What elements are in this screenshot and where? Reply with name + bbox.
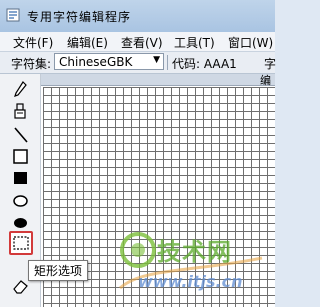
menu-window[interactable]: 窗口(W) [228, 34, 273, 51]
toolbar-separator [167, 55, 168, 70]
title-bar: 专用字符编辑程序 [0, 0, 275, 32]
watermark-brand: 技术网 [157, 238, 232, 266]
trailing-label: 字 [264, 57, 277, 71]
fill-tool[interactable] [10, 101, 32, 123]
bucket-icon [14, 103, 26, 119]
menu-tools[interactable]: 工具(T) [174, 34, 215, 51]
watermark: 技术网 www.itjs.cn [112, 228, 272, 306]
menu-file[interactable]: 文件(F) [13, 34, 53, 51]
pencil-icon [14, 81, 27, 97]
charset-value: ChineseGBK [59, 55, 133, 69]
code-label: 代码: AAA1 [172, 57, 237, 71]
rect-select-tool[interactable] [9, 231, 33, 255]
tooltip: 矩形选项 [28, 260, 89, 281]
window-title: 专用字符编辑程序 [27, 10, 132, 24]
charset-select[interactable]: ChineseGBK ▼ [54, 53, 164, 70]
menu-edit[interactable]: 编辑(E) [67, 34, 108, 51]
menu-view[interactable]: 查看(V) [121, 34, 163, 51]
app-icon [6, 8, 20, 22]
watermark-url: www.itjs.cn [138, 272, 243, 291]
hollow-ellipse-tool[interactable] [10, 190, 32, 212]
pencil-tool[interactable] [10, 79, 32, 101]
rect-select-icon [13, 236, 29, 250]
chevron-down-icon[interactable]: ▼ [153, 55, 160, 65]
toolbar: 字符集: ChineseGBK ▼ 代码: AAA1 字 [0, 52, 277, 74]
canvas-header-char: 编 [260, 74, 271, 87]
line-icon [14, 127, 28, 143]
rectangle-outline-icon [13, 149, 28, 164]
rectangle-filled-icon [14, 172, 27, 184]
charset-label: 字符集: [11, 57, 52, 71]
line-tool[interactable] [10, 124, 32, 146]
hollow-rect-tool[interactable] [10, 146, 32, 168]
canvas-header: 编 [41, 74, 275, 87]
filled-rect-tool[interactable] [10, 168, 32, 190]
ellipse-outline-icon [13, 195, 28, 207]
menu-bar: 文件(F) 编辑(E) 查看(V) 工具(T) 窗口(W) [0, 32, 275, 52]
